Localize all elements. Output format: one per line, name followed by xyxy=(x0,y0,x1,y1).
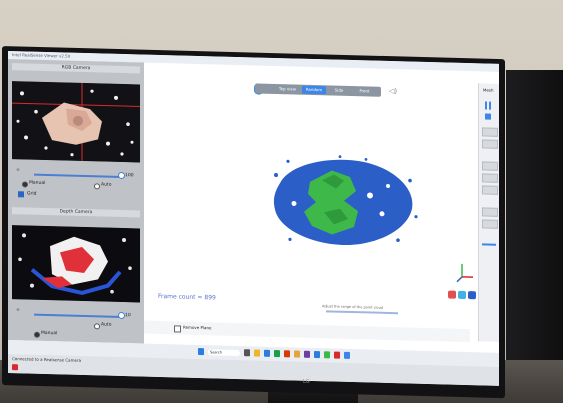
depth-manual-radio[interactable] xyxy=(34,331,40,338)
folder-icon[interactable] xyxy=(294,350,300,358)
remove-plane-checkbox[interactable] xyxy=(174,325,181,333)
rgb-auto-radio[interactable] xyxy=(94,183,100,190)
edge-icon[interactable] xyxy=(264,349,270,357)
rgb-manual-radio[interactable] xyxy=(22,181,28,188)
tool-button-7[interactable] xyxy=(482,219,498,229)
rgb-auto-label: Auto xyxy=(101,182,112,188)
sun-icon: ☼ xyxy=(16,308,21,314)
remove-plane-label: Remove Plane xyxy=(183,324,212,331)
speaker-icon[interactable]: ◁) xyxy=(389,87,397,95)
frame-count-label: Frame count = 899 xyxy=(158,292,216,302)
rgb-slider-value: 100 xyxy=(125,173,134,179)
status-text: Connected to a Realsense Camera xyxy=(12,356,82,363)
rgb-camera-title: RGB Camera xyxy=(12,63,140,74)
tool-button-1[interactable] xyxy=(482,127,498,137)
start-icon[interactable] xyxy=(198,347,204,356)
task-view-icon[interactable] xyxy=(244,349,250,357)
pause-icon-bar xyxy=(489,101,491,110)
depth-camera-title: Depth Camera xyxy=(12,207,140,218)
grid-checkbox[interactable] xyxy=(18,191,24,198)
view-icons-group xyxy=(448,290,476,300)
tool-button-3[interactable] xyxy=(482,161,498,171)
app-icon-3[interactable] xyxy=(324,351,330,359)
tool-button-4[interactable] xyxy=(482,173,498,183)
tool-button-6[interactable] xyxy=(482,207,498,217)
search-box[interactable]: Search xyxy=(208,349,240,357)
export-icon[interactable] xyxy=(468,291,476,300)
reset-view-icon[interactable] xyxy=(448,290,456,299)
app-icon-1[interactable] xyxy=(304,350,310,358)
monitor-screen: Intel RealSense Viewer v2.50 RGB Camera xyxy=(8,51,499,386)
file-explorer-icon[interactable] xyxy=(254,349,260,357)
rgb-camera-view xyxy=(12,81,140,163)
axis-gizmo-icon xyxy=(456,263,473,283)
stop-icon[interactable] xyxy=(485,113,491,120)
depth-auto-radio[interactable] xyxy=(94,323,100,330)
app-icon-4[interactable] xyxy=(334,351,340,359)
depth-manual-label: Manual xyxy=(41,330,58,337)
pc-tower xyxy=(506,70,563,370)
depth-slider-value: 10 xyxy=(125,313,131,319)
depth-exposure-slider[interactable] xyxy=(34,313,122,318)
rgb-manual-label: Manual xyxy=(29,180,46,186)
depth-slider-knob[interactable] xyxy=(118,311,125,320)
tab-front[interactable]: Front xyxy=(352,87,377,96)
tool-button-5[interactable] xyxy=(482,185,498,195)
range-control: Adjust the range of the point cloud xyxy=(322,303,402,315)
right-panel-header: Mesh xyxy=(483,87,494,93)
view-toolbar: Top view Random Side Front xyxy=(255,83,381,97)
camera-control-panel: RGB Camera 100 ☼ Manual Auto Grid Depth … xyxy=(8,59,144,344)
point-cloud-view[interactable] xyxy=(270,153,420,252)
rgb-slider-knob[interactable] xyxy=(118,171,125,180)
depth-object-image xyxy=(12,225,140,303)
tool-button-2[interactable] xyxy=(482,139,498,149)
tab-random[interactable]: Random xyxy=(302,85,326,95)
rgb-exposure-slider[interactable] xyxy=(34,173,122,178)
depth-auto-label: Auto xyxy=(101,322,112,328)
monitor-brand-logo: LG xyxy=(303,379,310,385)
office-icon[interactable] xyxy=(284,350,290,358)
store-icon[interactable] xyxy=(274,349,280,358)
tab-side[interactable]: Side xyxy=(328,86,350,95)
right-tool-panel: Mesh xyxy=(478,83,499,342)
tab-top-view[interactable]: Top view xyxy=(275,85,300,94)
sun-icon: ☼ xyxy=(16,168,21,174)
pause-icon[interactable] xyxy=(485,101,487,110)
rgb-object-image xyxy=(12,81,140,163)
warning-icon xyxy=(12,364,18,371)
viewport-bottom-bar: Remove Plane xyxy=(144,320,470,343)
progress-indicator xyxy=(482,243,496,246)
save-icon[interactable] xyxy=(458,290,466,299)
app-icon-2[interactable] xyxy=(314,351,320,359)
realsense-app-icon[interactable] xyxy=(344,351,350,359)
depth-camera-view xyxy=(12,225,140,303)
grid-label: Grid xyxy=(27,191,37,197)
range-slider[interactable] xyxy=(326,310,398,315)
